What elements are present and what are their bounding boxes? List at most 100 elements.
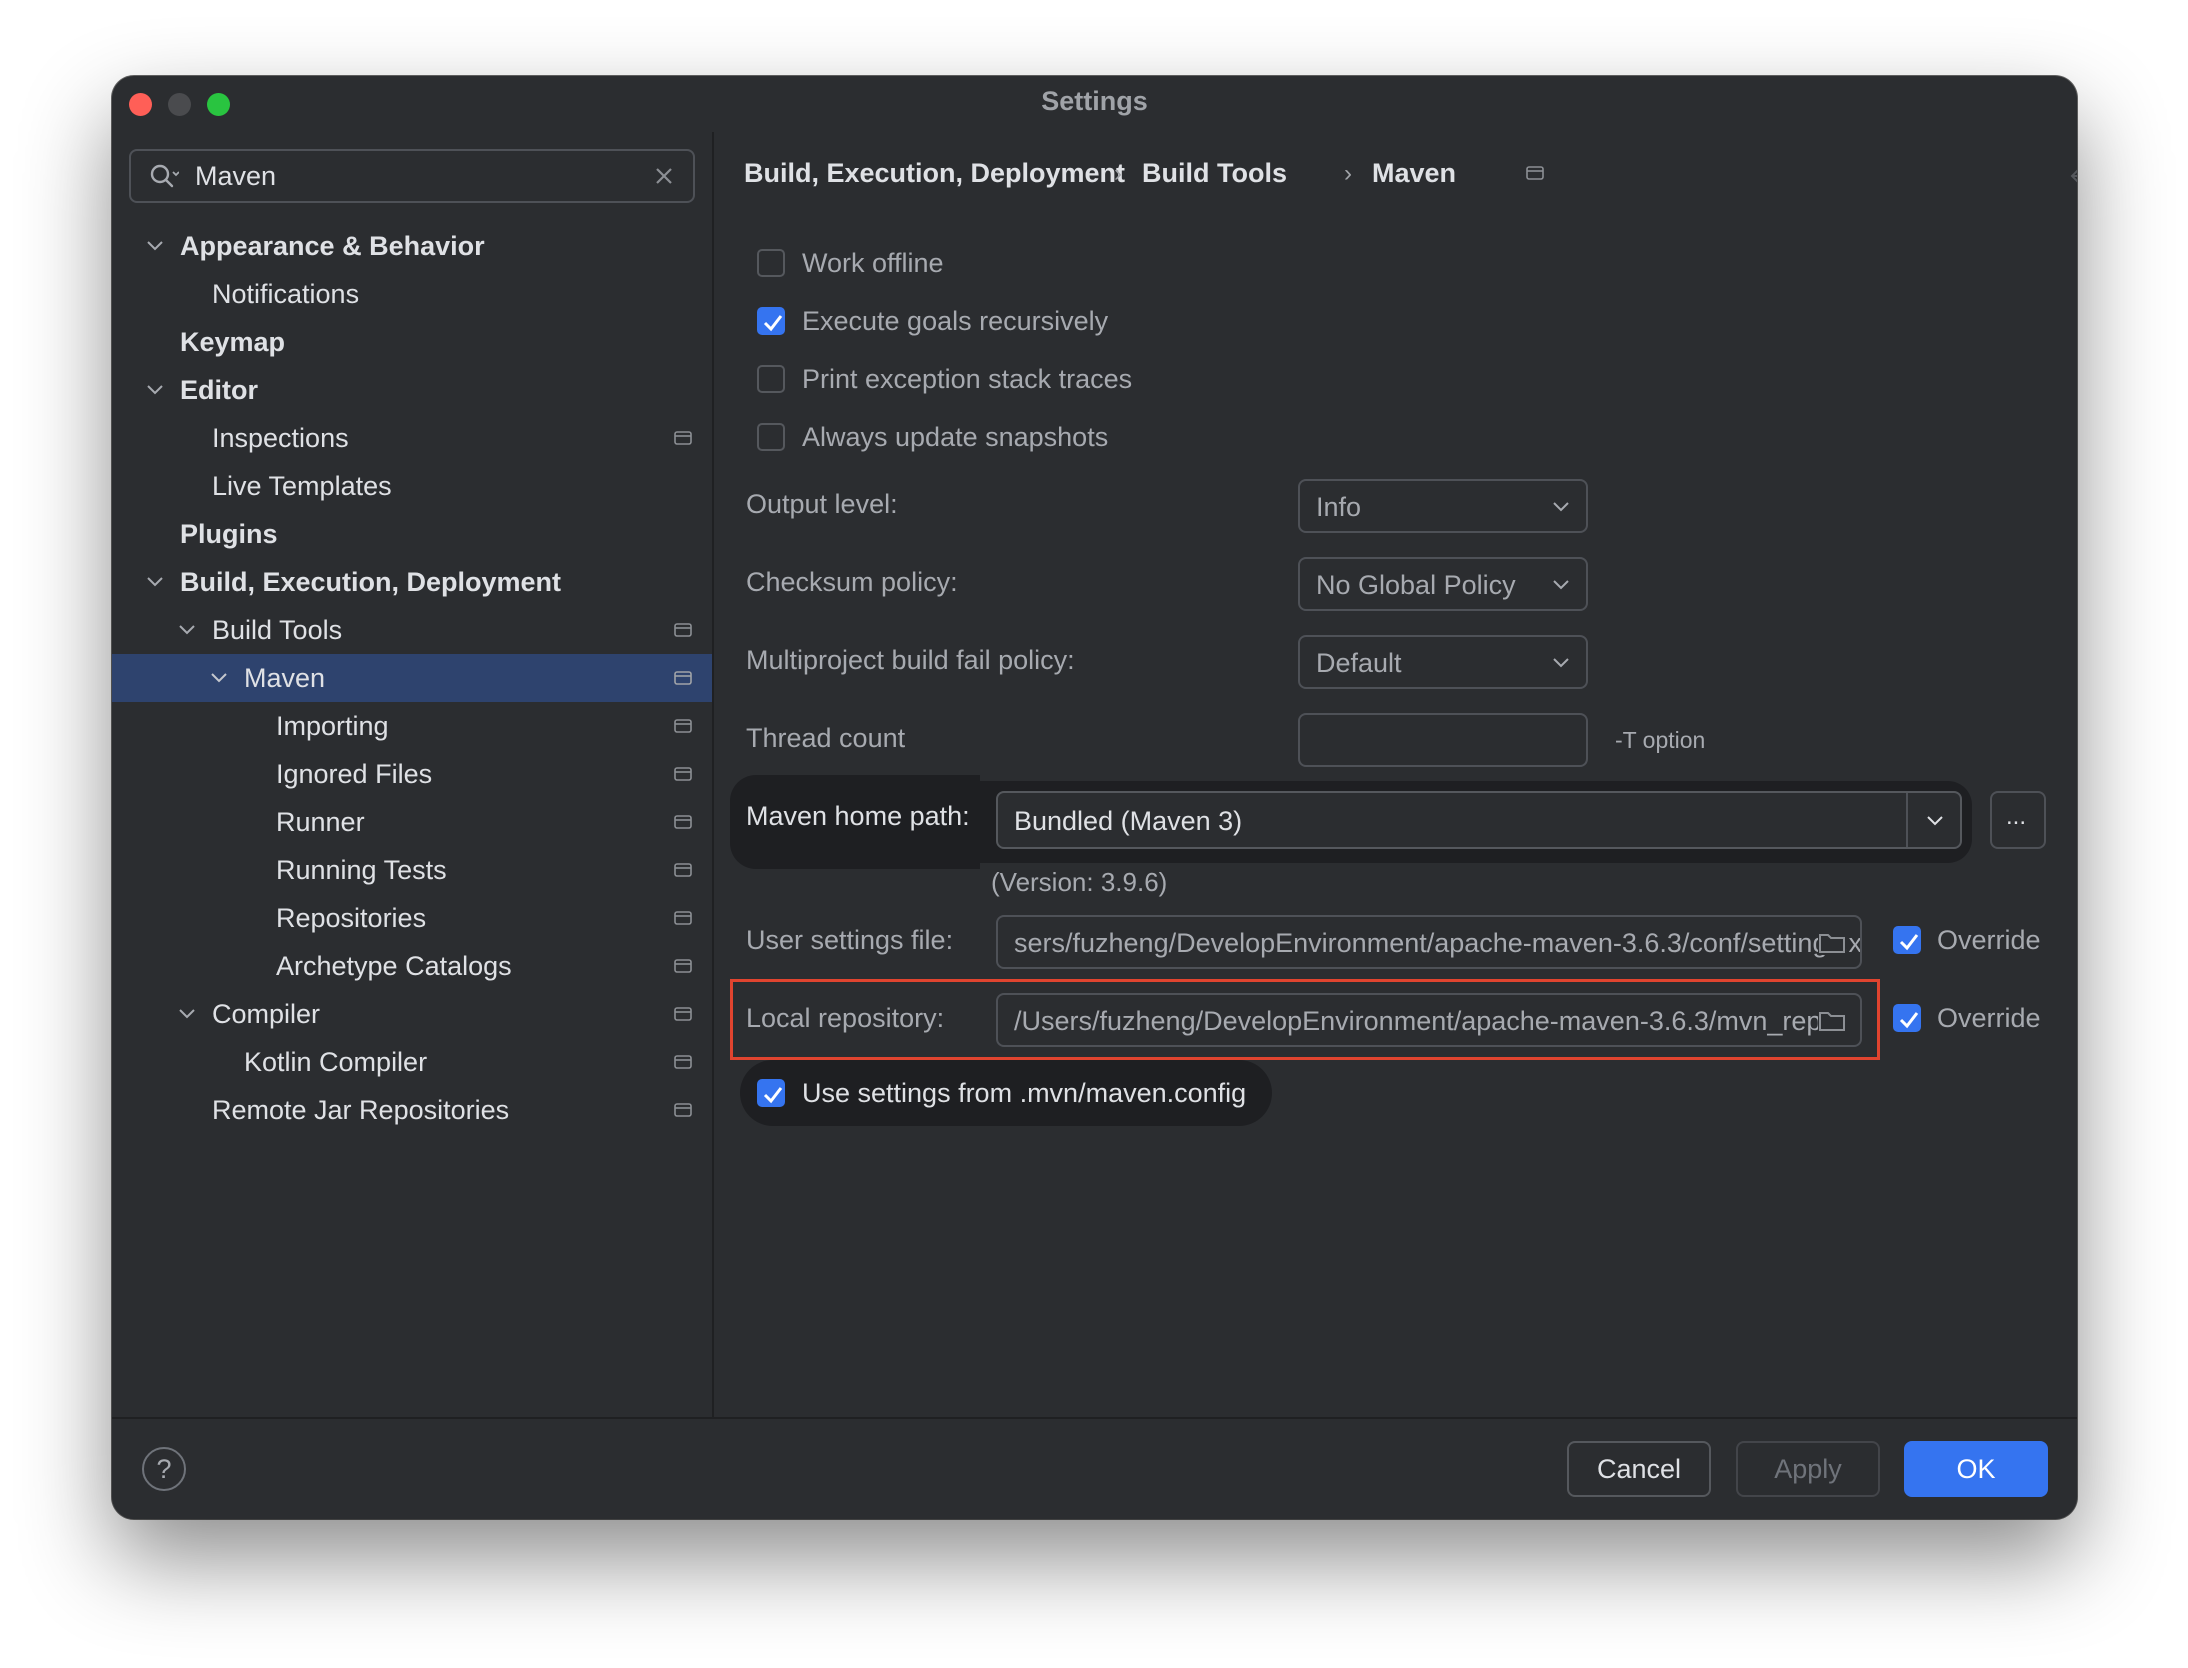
user-settings-label: User settings file: — [746, 925, 954, 955]
chevron-down-icon — [1553, 580, 1569, 590]
output-level-label: Output level: — [746, 489, 898, 519]
tree-item-label: Importing — [276, 711, 389, 741]
breadcrumb: Build, Execution, Deployment › Build Too… — [714, 132, 2077, 216]
tree-item-inspections[interactable]: Inspections — [112, 414, 712, 462]
apply-button[interactable]: Apply — [1736, 1441, 1880, 1497]
project-settings-icon — [674, 1103, 692, 1117]
local-repository-override-checkbox[interactable] — [1893, 1004, 1921, 1032]
project-settings-icon — [674, 959, 692, 973]
breadcrumb-separator: › — [1114, 160, 1122, 187]
tree-item-repositories[interactable]: Repositories — [112, 894, 712, 942]
tree-item-label: Maven — [244, 663, 326, 693]
print-exception-checkbox[interactable] — [757, 365, 785, 393]
use-mvn-config-checkbox[interactable] — [757, 1079, 785, 1107]
tree-item-label: Live Templates — [212, 471, 392, 501]
tree-item-compiler[interactable]: Compiler — [112, 990, 712, 1038]
maven-home-dropdown[interactable]: Bundled (Maven 3) — [996, 791, 1962, 849]
tree-item-label: Build, Execution, Deployment — [180, 567, 562, 597]
local-repository-input[interactable]: /Users/fuzheng/DevelopEnvironment/apache… — [996, 993, 1862, 1047]
work-offline-checkbox[interactable] — [757, 249, 785, 277]
maven-home-browse-button[interactable]: ... — [1990, 791, 2046, 849]
cancel-button[interactable]: Cancel — [1567, 1441, 1711, 1497]
tree-item-remote-jar-repositories[interactable]: Remote Jar Repositories — [112, 1086, 712, 1134]
always-update-checkbox[interactable] — [757, 423, 785, 451]
ok-button[interactable]: OK — [1904, 1441, 2048, 1497]
tree-item-keymap[interactable]: Keymap — [112, 318, 712, 366]
tree-item-plugins[interactable]: Plugins — [112, 510, 712, 558]
tree-item-kotlin-compiler[interactable]: Kotlin Compiler — [112, 1038, 712, 1086]
folder-icon[interactable] — [1818, 931, 1846, 955]
breadcrumb-item-build-tools[interactable]: Build Tools — [1142, 158, 1287, 189]
tree-item-ignored-files[interactable]: Ignored Files — [112, 750, 712, 798]
checkmark-icon — [763, 315, 783, 332]
search-input[interactable] — [195, 161, 635, 191]
user-settings-override-label: Override — [1937, 925, 2041, 955]
search-box[interactable] — [129, 149, 695, 203]
tree-item-appearance-behavior[interactable]: Appearance & Behavior — [112, 222, 712, 270]
folder-icon[interactable] — [1818, 1009, 1846, 1033]
chevron-down-icon[interactable] — [1926, 815, 1944, 827]
project-settings-icon — [674, 863, 692, 877]
chevron-down-icon[interactable] — [210, 671, 228, 685]
tree-item-runner[interactable]: Runner — [112, 798, 712, 846]
chevron-down-icon[interactable] — [146, 575, 164, 589]
project-settings-icon — [674, 1055, 692, 1069]
use-mvn-config-label: Use settings from .mvn/maven.config — [802, 1078, 1247, 1108]
checksum-policy-value: No Global Policy — [1316, 570, 1516, 600]
tree-item-archetype-catalogs[interactable]: Archetype Catalogs — [112, 942, 712, 990]
project-settings-icon — [1526, 166, 1544, 180]
breadcrumb-item-build-execution-deployment[interactable]: Build, Execution, Deployment — [744, 158, 1125, 189]
search-icon — [150, 164, 179, 188]
project-settings-icon — [674, 911, 692, 925]
chevron-down-icon[interactable] — [178, 1007, 196, 1021]
tree-item-running-tests[interactable]: Running Tests — [112, 846, 712, 894]
multiproject-policy-label: Multiproject build fail policy: — [746, 645, 1075, 675]
maven-home-value: Bundled (Maven 3) — [1014, 806, 1243, 836]
tree-item-label: Kotlin Compiler — [244, 1047, 428, 1077]
tree-item-live-templates[interactable]: Live Templates — [112, 462, 712, 510]
project-settings-icon — [674, 623, 692, 637]
tree-item-label: Archetype Catalogs — [276, 951, 512, 981]
help-button[interactable]: ? — [142, 1447, 186, 1491]
tree-item-label: Repositories — [276, 903, 427, 933]
dialog-footer: ? Cancel Apply OK — [112, 1417, 2077, 1519]
project-settings-icon — [674, 719, 692, 733]
output-level-value: Info — [1316, 492, 1362, 522]
checkmark-icon — [1899, 1012, 1919, 1029]
tree-item-editor[interactable]: Editor — [112, 366, 712, 414]
tree-item-build-tools[interactable]: Build Tools — [112, 606, 712, 654]
project-settings-icon — [674, 671, 692, 685]
tree-item-maven[interactable]: Maven — [112, 654, 712, 702]
tree-item-label: Running Tests — [276, 855, 447, 885]
multiproject-policy-dropdown[interactable]: Default — [1298, 635, 1588, 689]
settings-window: Settings Appearance & Behavior Not — [112, 76, 2077, 1519]
chevron-down-icon — [1553, 658, 1569, 668]
chevron-down-icon[interactable] — [146, 383, 164, 397]
settings-sidebar: Appearance & Behavior Notifications Keym… — [112, 132, 714, 1419]
project-settings-icon — [674, 431, 692, 445]
clear-search-icon[interactable] — [653, 165, 675, 187]
thread-count-label: Thread count — [746, 723, 906, 753]
user-settings-input[interactable]: sers/fuzheng/DevelopEnvironment/apache-m… — [996, 915, 1862, 969]
thread-count-input[interactable] — [1298, 713, 1588, 767]
checksum-policy-dropdown[interactable]: No Global Policy — [1298, 557, 1588, 611]
local-repository-label: Local repository: — [746, 1003, 945, 1033]
chevron-down-icon[interactable] — [178, 623, 196, 637]
tree-item-build-execution-deployment[interactable]: Build, Execution, Deployment — [112, 558, 712, 606]
title-bar: Settings — [112, 76, 2077, 132]
breadcrumb-item-maven: Maven — [1372, 158, 1457, 188]
tree-item-notifications[interactable]: Notifications — [112, 270, 712, 318]
user-settings-override-checkbox[interactable] — [1893, 926, 1921, 954]
maven-version-label: (Version: 3.9.6) — [991, 867, 1168, 897]
browse-ellipsis: ... — [2006, 803, 2027, 830]
tree-item-importing[interactable]: Importing — [112, 702, 712, 750]
tree-item-label: Build Tools — [212, 615, 343, 645]
checkmark-icon — [1899, 934, 1919, 951]
output-level-dropdown[interactable]: Info — [1298, 479, 1588, 533]
execute-goals-checkbox[interactable] — [757, 307, 785, 335]
user-settings-value: sers/fuzheng/DevelopEnvironment/apache-m… — [1014, 928, 1862, 958]
back-arrow-icon[interactable] — [2069, 166, 2077, 186]
chevron-down-icon[interactable] — [146, 239, 164, 253]
tree-item-label: Remote Jar Repositories — [212, 1095, 510, 1125]
thread-count-hint: -T option — [1615, 727, 1706, 753]
